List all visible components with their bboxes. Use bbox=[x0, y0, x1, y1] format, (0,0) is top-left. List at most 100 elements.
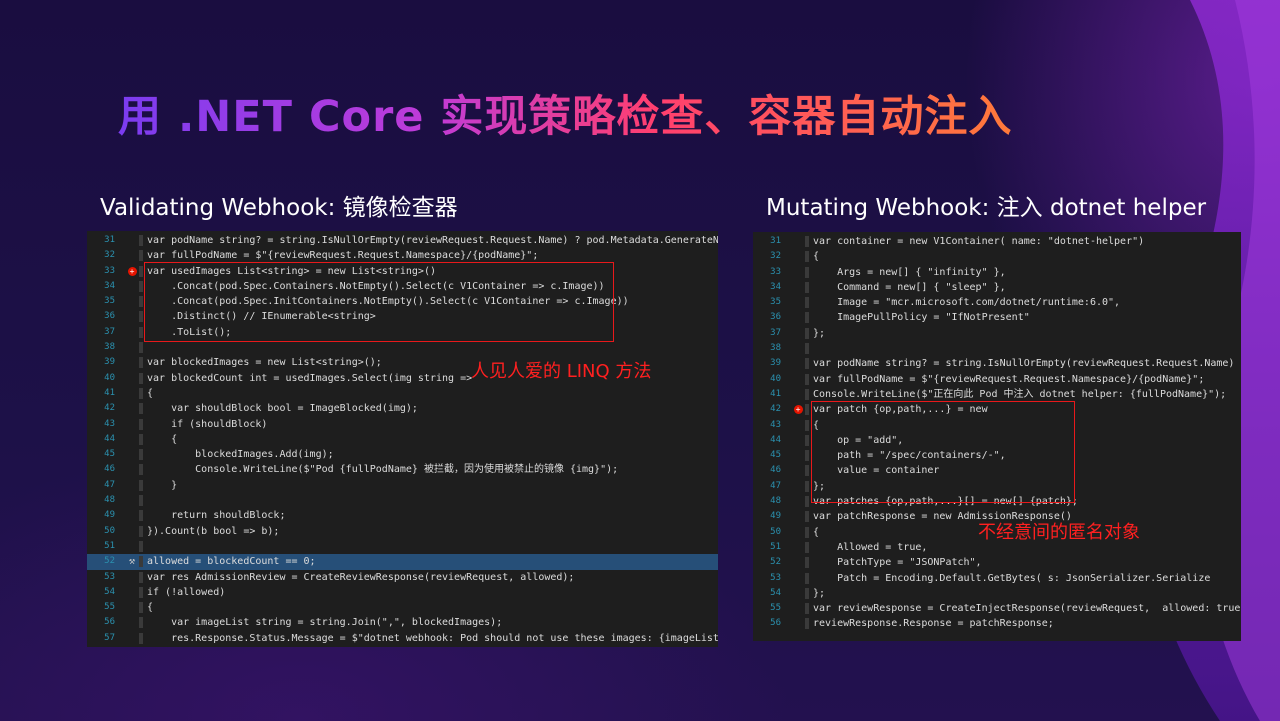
code-line[interactable]: 56 reviewResponse.Response = patchRespons… bbox=[753, 616, 1241, 631]
gutter-bar bbox=[805, 251, 809, 263]
code-line[interactable]: 53 var res AdmissionReview = CreateReview… bbox=[87, 570, 718, 585]
line-number: 47 bbox=[770, 480, 781, 491]
code-text: res.Response.Status.Message = $"dotnet w… bbox=[147, 632, 718, 644]
line-number: 49 bbox=[104, 510, 115, 521]
line-number: 37 bbox=[104, 326, 115, 337]
code-text: if (shouldBlock) bbox=[147, 418, 268, 430]
code-line[interactable]: 47 } bbox=[87, 478, 718, 493]
line-number: 34 bbox=[770, 281, 781, 292]
code-text: } bbox=[147, 646, 153, 647]
gutter-bar bbox=[139, 387, 143, 399]
line-number: 55 bbox=[104, 602, 115, 613]
code-line[interactable]: 52 ⚒ allowed = blockedCount == 0; bbox=[87, 554, 718, 570]
linq-annotation: 人见人爱的 LINQ 方法 bbox=[471, 361, 652, 382]
code-line[interactable]: 31 var container = new V1Container( name:… bbox=[753, 234, 1241, 249]
code-text: allowed = blockedCount == 0; bbox=[147, 556, 316, 568]
code-line[interactable]: 36 ImagePullPolicy = "IfNotPresent" bbox=[753, 310, 1241, 325]
code-line[interactable]: 38 bbox=[87, 340, 718, 355]
code-line[interactable]: 41 Console.WriteLine($"正在向此 Pod 中注入 dotne… bbox=[753, 387, 1241, 402]
code-line[interactable]: 54}; bbox=[753, 586, 1241, 601]
wrench-icon[interactable]: ⚒ bbox=[125, 554, 139, 569]
code-text: blockedImages.Add(img); bbox=[147, 449, 334, 461]
line-number: 44 bbox=[104, 433, 115, 444]
gutter-bar bbox=[139, 586, 143, 598]
code-text: Patch = Encoding.Default.GetBytes( s: Js… bbox=[813, 572, 1211, 584]
gutter-bar bbox=[139, 280, 143, 292]
code-line[interactable]: 53 Patch = Encoding.Default.GetBytes( s:… bbox=[753, 571, 1241, 586]
code-line[interactable]: 40 var fullPodName = $"{reviewRequest.Req… bbox=[753, 372, 1241, 387]
line-number: 33 bbox=[104, 265, 115, 276]
code-line[interactable]: 46 Console.WriteLine($"Pod {fullPodName}… bbox=[87, 462, 718, 477]
gutter-bar bbox=[139, 311, 143, 323]
code-line[interactable]: 34 Command = new[] { "sleep" }, bbox=[753, 280, 1241, 295]
code-line[interactable]: 43 if (shouldBlock) bbox=[87, 417, 718, 432]
code-line[interactable]: 31 var podName string? = string.IsNullOrE… bbox=[87, 233, 718, 248]
code-line[interactable]: 44 { bbox=[87, 432, 718, 447]
line-number: 35 bbox=[770, 297, 781, 308]
line-number: 42 bbox=[770, 404, 781, 415]
code-line[interactable]: 57 res.Response.Status.Message = $"dotne… bbox=[87, 631, 718, 646]
code-line[interactable]: 55 { bbox=[87, 600, 718, 615]
line-number: 57 bbox=[104, 632, 115, 643]
code-line[interactable]: 41 { bbox=[87, 386, 718, 401]
code-line[interactable]: 56 var imageList string = string.Join(",… bbox=[87, 615, 718, 630]
code-text: { bbox=[813, 526, 820, 538]
code-line[interactable]: 38 bbox=[753, 341, 1241, 356]
line-number: 43 bbox=[104, 418, 115, 429]
code-line[interactable]: 42 var shouldBlock bool = ImageBlocked(i… bbox=[87, 401, 718, 416]
gutter-bar bbox=[805, 281, 809, 293]
line-number: 45 bbox=[104, 449, 115, 460]
code-line[interactable]: 45 blockedImages.Add(img); bbox=[87, 447, 718, 462]
gutter-bar bbox=[139, 342, 143, 354]
gutter-bar bbox=[805, 419, 809, 431]
code-line[interactable]: 32 { bbox=[753, 249, 1241, 264]
line-number: 36 bbox=[104, 311, 115, 322]
code-text: Console.WriteLine($"正在向此 Pod 中注入 dotnet … bbox=[813, 388, 1227, 400]
gutter-bar bbox=[139, 617, 143, 629]
code-text: var blockedImages = new List<string>(); bbox=[147, 357, 382, 369]
gutter-bar bbox=[139, 449, 143, 461]
code-line[interactable]: 58} bbox=[87, 646, 718, 647]
gutter-bar bbox=[805, 450, 809, 462]
code-text: } bbox=[147, 479, 178, 491]
gutter-bar bbox=[805, 480, 809, 492]
gutter-bar bbox=[139, 632, 143, 644]
line-number: 52 bbox=[104, 556, 115, 567]
code-line[interactable]: 49 return shouldBlock; bbox=[87, 508, 718, 523]
code-text: var podName string? = string.IsNullOrEmp… bbox=[813, 358, 1241, 370]
gutter-bar bbox=[139, 479, 143, 491]
code-text: var shouldBlock bool = ImageBlocked(img)… bbox=[147, 403, 418, 415]
gutter-bar bbox=[139, 433, 143, 445]
code-line[interactable]: 52 PatchType = "JSONPatch", bbox=[753, 555, 1241, 570]
code-line[interactable]: 48 bbox=[87, 493, 718, 508]
line-number: 32 bbox=[104, 250, 115, 261]
gutter-bar bbox=[805, 373, 809, 385]
code-text: { bbox=[147, 602, 154, 614]
gutter-bar bbox=[805, 465, 809, 477]
code-text: return shouldBlock; bbox=[147, 510, 286, 522]
line-number: 58 bbox=[87, 646, 115, 647]
code-text: var blockedCount int = usedImages.Select… bbox=[147, 372, 473, 384]
code-line[interactable]: 39 var podName string? = string.IsNullOrE… bbox=[753, 356, 1241, 371]
code-line[interactable]: 33 Args = new[] { "infinity" }, bbox=[753, 265, 1241, 280]
breakpoint-icon[interactable]: + bbox=[125, 264, 139, 279]
line-number: 50 bbox=[770, 526, 781, 537]
code-line[interactable]: 54 if (!allowed) bbox=[87, 585, 718, 600]
line-number: 43 bbox=[770, 419, 781, 430]
code-line[interactable]: 50}).Count(b bool => b); bbox=[87, 524, 718, 539]
code-line[interactable]: 37}; bbox=[753, 326, 1241, 341]
gutter-bar bbox=[139, 540, 143, 552]
code-line[interactable]: 51 bbox=[87, 539, 718, 554]
anonymous-object-annotation: 不经意间的匿名对象 bbox=[978, 522, 1140, 543]
gutter-bar bbox=[805, 618, 809, 630]
gutter-bar bbox=[805, 572, 809, 584]
code-line[interactable]: 55 var reviewResponse = CreateInjectRespo… bbox=[753, 601, 1241, 616]
code-text: { bbox=[813, 251, 820, 263]
line-number: 42 bbox=[104, 403, 115, 414]
code-line[interactable]: 35 Image = "mcr.microsoft.com/dotnet/run… bbox=[753, 295, 1241, 310]
code-text: ImagePullPolicy = "IfNotPresent" bbox=[813, 312, 1030, 324]
gutter-bar bbox=[805, 404, 809, 416]
breakpoint-icon[interactable]: + bbox=[791, 402, 805, 417]
line-number: 48 bbox=[104, 495, 115, 506]
line-number: 46 bbox=[770, 465, 781, 476]
